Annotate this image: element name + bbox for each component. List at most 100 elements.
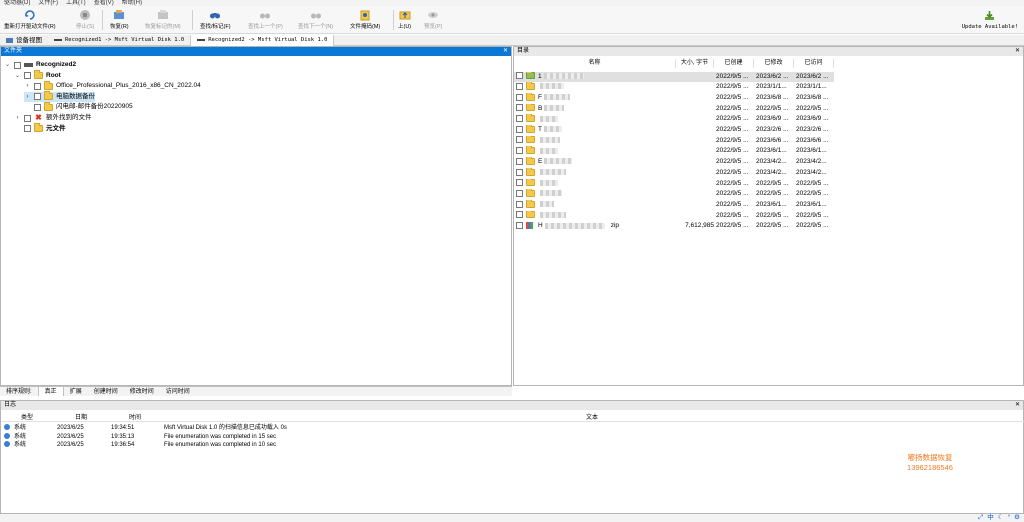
row-checkbox[interactable]	[516, 82, 523, 90]
log-column-date[interactable]: 日期	[75, 414, 87, 422]
tree-checkbox[interactable]	[34, 93, 41, 101]
row-checkbox[interactable]	[516, 157, 523, 165]
toolbar-button[interactable]: 停止(S)	[76, 8, 94, 33]
column-name[interactable]: 名称	[514, 59, 676, 68]
tree-checkbox[interactable]	[14, 61, 21, 69]
row-checkbox[interactable]	[516, 222, 523, 230]
column-accessed[interactable]: 已访问	[794, 59, 834, 68]
tree-node[interactable]: 元文件	[14, 123, 66, 134]
tab-device-view[interactable]: 设备视图	[0, 35, 48, 46]
row-checkbox[interactable]	[516, 136, 523, 144]
file-row[interactable]: 2022/9/5 ... 2023/6/6 ... 2023/6/6 ...	[514, 135, 834, 147]
toolbar-button-label: 预览(P)	[424, 24, 443, 30]
log-time: 19:34:51	[111, 425, 135, 431]
sort-option-real[interactable]: 真正	[37, 387, 64, 396]
file-row[interactable]: F 2022/9/5 ... 2023/6/8 ... 2023/6/8 ...	[514, 92, 834, 104]
toolbar: Update Available! 重新打开驱动文件(R) 停止(S) 恢复(R) 恢…	[0, 6, 1024, 34]
update-button[interactable]: Update Available!	[962, 8, 1018, 33]
settings-icon[interactable]: ⚙	[1014, 514, 1020, 522]
file-row[interactable]: 2022/9/5 ... 2022/9/5 ... 2022/9/5 ...	[514, 189, 834, 200]
name-cell: E	[538, 157, 678, 168]
folder-icon	[526, 71, 535, 80]
row-checkbox[interactable]	[516, 168, 523, 176]
chevron-down-icon[interactable]: ⌄	[4, 60, 11, 70]
sort-option-modified[interactable]: 修改时间	[124, 387, 160, 396]
row-checkbox[interactable]	[516, 72, 523, 80]
log-column-text[interactable]: 文本	[586, 414, 598, 422]
toolbar-button[interactable]: 查找下一个(N)	[298, 8, 333, 33]
close-icon[interactable]: ✕	[1015, 47, 1020, 56]
tree-node[interactable]: ⌄ Root	[14, 70, 61, 81]
toolbar-button[interactable]: 恢复标记的(M)	[145, 8, 181, 33]
file-row[interactable]: 2022/9/5 ... 2023/6/1... 2023/6/1...	[514, 199, 834, 211]
tree-checkbox[interactable]	[24, 114, 31, 122]
ime-indicator[interactable]: 中	[987, 514, 994, 522]
row-checkbox[interactable]	[516, 179, 523, 187]
folder-icon	[526, 135, 535, 144]
sort-option-accessed[interactable]: 访问时间	[160, 387, 196, 396]
close-icon[interactable]: ✕	[503, 47, 508, 56]
row-checkbox[interactable]	[516, 93, 523, 101]
row-checkbox[interactable]	[516, 189, 523, 197]
toolbar-button[interactable]: 上(U)	[398, 8, 411, 33]
modified-cell: 2022/9/5 ...	[756, 222, 789, 230]
sort-option-created[interactable]: 创建时间	[88, 387, 124, 396]
row-checkbox-wrap	[516, 221, 523, 232]
toolbar-button[interactable]: 预览(P)	[424, 8, 442, 33]
chevron-right-icon[interactable]: ›	[24, 81, 31, 91]
tab-label: 设备视图	[16, 36, 42, 44]
modified-cell: 2023/4/2...	[756, 158, 787, 166]
column-created[interactable]: 已创建	[714, 59, 754, 68]
sort-option-extension[interactable]: 扩展	[64, 387, 88, 396]
file-row[interactable]: 2022/9/5 ... 2023/6/9 ... 2023/6/9 ...	[514, 114, 834, 125]
close-icon[interactable]: ✕	[1015, 401, 1020, 410]
resize-icon[interactable]: ⤢	[978, 514, 983, 522]
file-row[interactable]: 2022/9/5 ... 2023/1/1... 2023/1/1...	[514, 82, 834, 93]
tab-recognized2[interactable]: Recognized2 -> Msft Virtual Disk 1.0	[190, 34, 335, 46]
file-row[interactable]: 2022/9/5 ... 2023/6/1... 2023/6/1...	[514, 146, 834, 157]
file-row[interactable]: E 2022/9/5 ... 2023/4/2... 2023/4/2...	[514, 157, 834, 168]
tree-checkbox[interactable]	[34, 103, 41, 111]
row-checkbox[interactable]	[516, 147, 523, 155]
toolbar-button[interactable]: 查找上一个(P)	[248, 8, 283, 33]
column-size[interactable]: 大小, 字节	[676, 59, 714, 68]
file-row[interactable]: T 2022/9/5 ... 2023/2/6 ... 2023/2/6 ...	[514, 125, 834, 136]
row-checkbox[interactable]	[516, 115, 523, 123]
log-row[interactable]: 系统 2023/6/25 19:35:13 File enumeration was …	[1, 432, 1024, 441]
file-row[interactable]: Hzip 7,612,985 2022/9/5 ... 2022/9/5 ... 202…	[514, 221, 834, 232]
row-checkbox[interactable]	[516, 125, 523, 133]
chevron-right-icon[interactable]: ›	[14, 113, 21, 123]
row-checkbox[interactable]	[516, 200, 523, 208]
tree-node[interactable]: › Office_Professional_Plus_2016_x86_CN_20…	[24, 80, 201, 91]
log-row[interactable]: 系统 2023/6/25 19:34:51 Msft Virtual Disk 1.0…	[1, 424, 1024, 432]
file-row[interactable]: 2022/9/5 ... 2022/9/5 ... 2022/9/5 ...	[514, 210, 834, 222]
toolbar-button[interactable]: 重新打开驱动文件(R)	[4, 8, 56, 33]
row-icon-wrap	[526, 125, 535, 136]
log-column-time[interactable]: 时间	[129, 414, 141, 422]
row-checkbox[interactable]	[516, 104, 523, 112]
toolbar-button[interactable]: 恢复(R)	[110, 8, 129, 33]
tree-node[interactable]: › 电脑数据备份	[24, 91, 95, 102]
tree-checkbox[interactable]	[24, 72, 31, 80]
log-column-type[interactable]: 类型	[21, 414, 33, 422]
moon-icon[interactable]: ☾	[998, 514, 1004, 522]
chevron-right-icon[interactable]: ›	[24, 92, 31, 102]
file-row[interactable]: 2022/9/5 ... 2023/4/2... 2023/4/2...	[514, 167, 834, 179]
tree-node[interactable]: 闪电邮-邮件备份20220905	[24, 101, 133, 112]
tree-checkbox[interactable]	[24, 125, 31, 133]
toolbar-button[interactable]: 文件掩码(M)	[350, 8, 380, 33]
tree-node[interactable]: ⌄ Recognized2	[4, 60, 76, 70]
tree-checkbox[interactable]	[34, 82, 41, 90]
column-modified[interactable]: 已修改	[754, 59, 794, 68]
toolbar-button[interactable]: 查找/标记(F)	[200, 8, 231, 33]
file-row[interactable]: B 2022/9/5 ... 2022/9/5 ... 2022/9/5 ...	[514, 103, 834, 115]
file-row[interactable]: 2022/9/5 ... 2022/9/5 ... 2022/9/5 ...	[514, 178, 834, 190]
tree-node[interactable]: › ✖ 额外找到的文件	[14, 113, 92, 123]
row-checkbox[interactable]	[516, 211, 523, 219]
log-row[interactable]: 系统 2023/6/25 19:36:54 File enumeration was …	[1, 441, 1024, 449]
file-row[interactable]: 1 2022/9/5 ... 2023/6/2 ... 2023/6/2 ...	[514, 71, 834, 83]
tab-recognized1[interactable]: Recognized1 -> Msft Virtual Disk 1.0	[48, 35, 190, 46]
network-icon[interactable]: °	[1008, 514, 1011, 522]
row-checkbox-wrap	[516, 136, 523, 147]
chevron-down-icon[interactable]: ⌄	[14, 71, 21, 81]
